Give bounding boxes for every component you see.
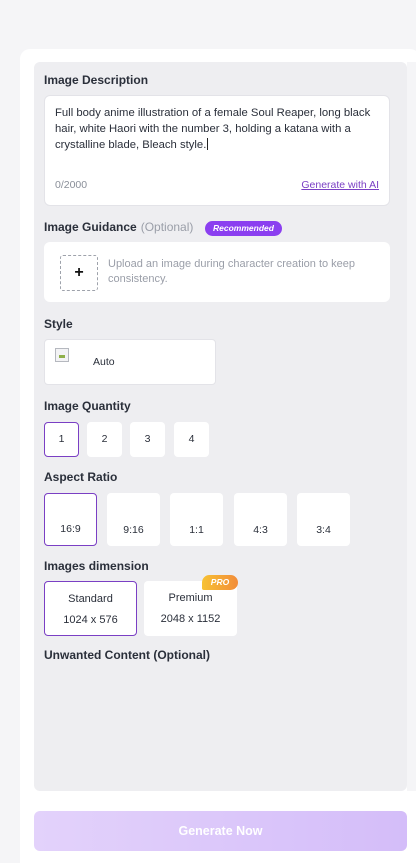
images-dimension-label: Images dimension <box>44 559 149 573</box>
panel-edge <box>407 62 416 791</box>
aspect-option-label: 16:9 <box>60 523 81 535</box>
dimension-size: 1024 x 576 <box>63 614 118 626</box>
character-counter: 0/2000 <box>55 179 88 191</box>
recommended-badge: Recommended <box>205 221 282 236</box>
unwanted-content-label: Unwanted Content (Optional) <box>44 648 210 662</box>
quantity-option-3[interactable]: 3 <box>130 422 165 457</box>
aspect-option-label: 4:3 <box>253 524 268 536</box>
aspect-option-4-3[interactable]: 4:3 <box>234 493 287 546</box>
image-upload-area[interactable]: + Upload an image during character creat… <box>44 242 390 302</box>
generate-now-button[interactable]: Generate Now <box>34 811 407 851</box>
style-thumbnail-icon <box>55 348 69 362</box>
dimension-option-standard[interactable]: Standard 1024 x 576 <box>44 581 137 636</box>
generate-with-ai-link[interactable]: Generate with AI <box>301 179 379 191</box>
quantity-option-2[interactable]: 2 <box>87 422 122 457</box>
pro-badge: PRO <box>202 575 238 590</box>
aspect-option-label: 3:4 <box>316 524 331 536</box>
aspect-option-label: 9:16 <box>123 524 144 536</box>
image-guidance-label: Image Guidance (Optional) <box>44 220 194 234</box>
upload-hint: Upload an image during character creatio… <box>108 258 356 285</box>
aspect-option-3-4[interactable]: 3:4 <box>297 493 350 546</box>
aspect-option-9-16[interactable]: 9:16 <box>107 493 160 546</box>
style-label: Style <box>44 317 73 331</box>
text-caret <box>207 138 209 150</box>
quantity-option-1[interactable]: 1 <box>44 422 79 457</box>
image-description-text[interactable]: Full body anime illustration of a female… <box>55 105 385 153</box>
image-description-field[interactable]: Full body anime illustration of a female… <box>44 95 390 206</box>
aspect-option-1-1[interactable]: 1:1 <box>170 493 223 546</box>
aspect-option-16-9[interactable]: 16:9 <box>44 493 97 546</box>
dimension-size: 2048 x 1152 <box>160 613 221 625</box>
image-description-label: Image Description <box>44 73 149 87</box>
optional-tag: (Optional) <box>140 220 194 234</box>
upload-plus-button[interactable]: + <box>60 255 98 291</box>
aspect-option-label: 1:1 <box>189 524 204 536</box>
image-quantity-label: Image Quantity <box>44 399 131 413</box>
dimension-name: Standard <box>68 593 113 605</box>
style-option-auto[interactable]: Auto <box>44 339 216 385</box>
style-option-label: Auto <box>93 356 115 368</box>
aspect-ratio-label: Aspect Ratio <box>44 470 118 484</box>
quantity-option-4[interactable]: 4 <box>174 422 209 457</box>
dimension-name: Premium <box>168 592 213 604</box>
